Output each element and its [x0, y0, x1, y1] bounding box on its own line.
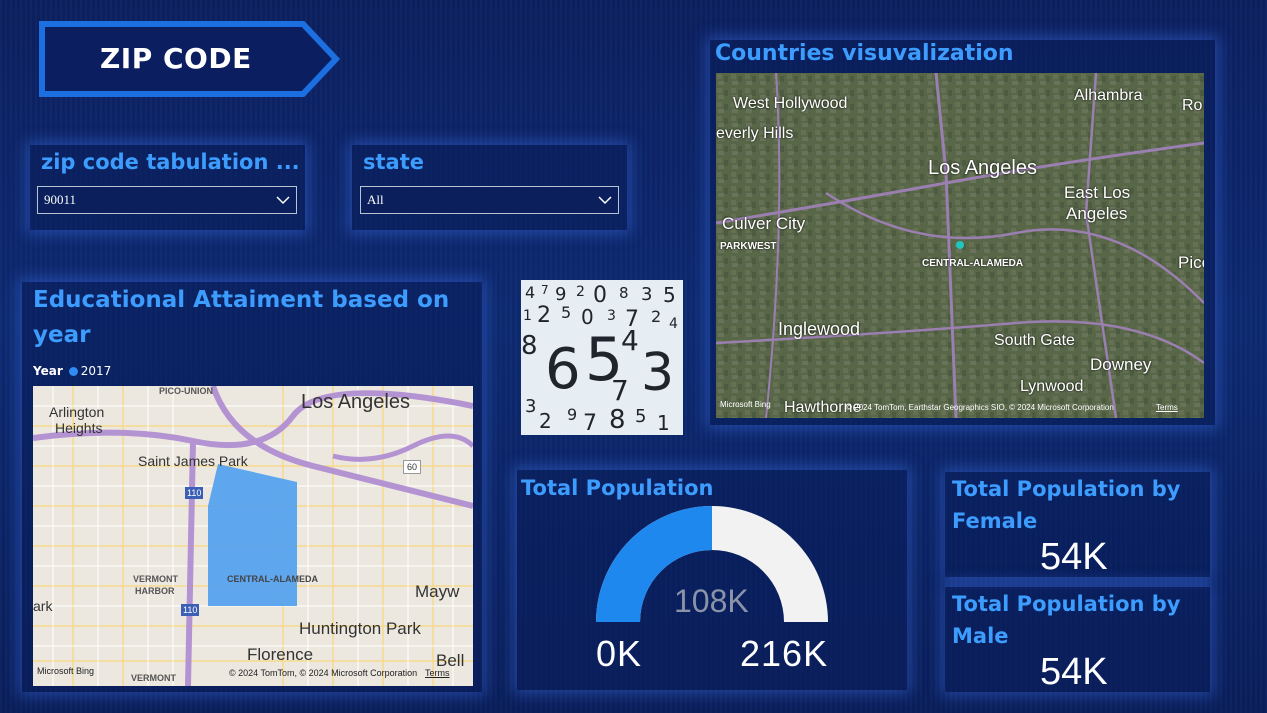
zip-dropdown[interactable]: 90011: [37, 186, 297, 214]
map-copyright: © 2024 TomTom, Earthstar Geographics SIO…: [846, 403, 1114, 412]
svg-text:8: 8: [619, 284, 629, 302]
map-label: PICO-UNION: [159, 386, 213, 396]
map-label: Los Angeles: [301, 391, 410, 413]
map-label: Alhambra: [1074, 87, 1143, 104]
chevron-down-icon: [276, 196, 290, 205]
female-card-title-line1: Total Population by: [952, 477, 1181, 501]
svg-text:3: 3: [607, 308, 616, 324]
svg-text:1: 1: [523, 308, 532, 324]
report-title-banner: ZIP CODE: [38, 20, 343, 98]
map-label: East Los: [1064, 183, 1131, 202]
map-label: Huntington Park: [299, 619, 421, 638]
map-copyright: © 2024 TomTom, © 2024 Microsoft Corporat…: [229, 668, 418, 678]
map-terms-link[interactable]: Terms: [1156, 403, 1178, 412]
map-label: PARKWEST: [720, 241, 777, 252]
education-map[interactable]: PICO-UNION Arlington Heights Los Angeles…: [33, 386, 473, 686]
year-legend: Year 2017: [33, 364, 111, 378]
map-label: West Hollywood: [733, 95, 848, 112]
map-label: CENTRAL-ALAMEDA: [922, 258, 1024, 269]
male-card-title-line2: Male: [952, 624, 1009, 648]
svg-text:5: 5: [561, 303, 571, 322]
svg-text:4: 4: [525, 283, 535, 302]
map-label: Los Angeles: [928, 157, 1037, 179]
svg-text:8: 8: [521, 331, 538, 361]
education-visual-title-line1: Educational Attaiment based on: [33, 287, 450, 313]
svg-text:8: 8: [609, 405, 626, 435]
bing-logo: Microsoft Bing: [720, 400, 771, 409]
map-terms-link[interactable]: Terms: [425, 668, 450, 678]
legend-title: Year: [33, 364, 63, 378]
highway-shield: 110: [181, 604, 200, 616]
map-label: Florence: [247, 645, 314, 664]
map-label: everly Hills: [716, 125, 794, 142]
map-label: VERMONT: [131, 673, 176, 683]
svg-text:3: 3: [641, 343, 674, 403]
svg-text:1: 1: [657, 411, 670, 435]
map-label: Pico: [1178, 253, 1204, 272]
page-title: ZIP CODE: [100, 42, 252, 75]
zip-dropdown-value: 90011: [44, 192, 77, 207]
map-label: Arlington: [49, 404, 105, 420]
svg-text:3: 3: [641, 284, 652, 305]
map-label: Downey: [1090, 355, 1152, 374]
legend-item[interactable]: 2017: [68, 364, 112, 378]
svg-text:6: 6: [545, 337, 581, 402]
map-label: Lynwood: [1020, 378, 1084, 395]
gauge-value-label: 108K: [674, 583, 749, 619]
svg-text:0: 0: [593, 283, 607, 308]
numbers-image: 47920835 12503724 865437 3297851: [521, 280, 683, 435]
map-label: Culver City: [722, 214, 806, 233]
svg-text:2: 2: [537, 303, 551, 328]
map-label: Angeles: [1066, 204, 1128, 223]
satellite-map[interactable]: West Hollywood Alhambra Ro everly Hills …: [716, 73, 1204, 418]
svg-text:2: 2: [576, 284, 585, 300]
map-label: ark: [33, 598, 53, 614]
highway-shield: 110: [185, 487, 204, 499]
male-population-value: 54K: [1040, 651, 1108, 693]
countries-visual-title: Countries visuvalization: [715, 41, 1014, 66]
map-label: Inglewood: [778, 319, 861, 339]
map-label: Mayw: [415, 582, 460, 601]
map-label: VERMONT: [133, 574, 178, 584]
map-label: HARBOR: [135, 586, 175, 596]
map-label: South Gate: [994, 332, 1075, 349]
zip-slicer-title: zip code tabulation ...: [41, 150, 300, 174]
state-dropdown-value: All: [367, 192, 384, 207]
legend-dot: [68, 366, 78, 376]
male-card-title-line1: Total Population by: [952, 592, 1181, 616]
svg-text:2: 2: [651, 307, 661, 326]
female-population-value: 54K: [1040, 536, 1108, 578]
map-label: CENTRAL-ALAMEDA: [227, 574, 318, 584]
svg-text:5: 5: [663, 283, 676, 307]
map-label: Heights: [55, 420, 103, 436]
svg-text:4: 4: [669, 316, 678, 332]
svg-text:2: 2: [539, 409, 552, 433]
svg-text:9: 9: [567, 405, 577, 424]
map-label: Saint James Park: [138, 453, 248, 469]
highway-shield: 60: [403, 460, 422, 474]
gauge-min-label: 0K: [596, 633, 643, 674]
female-card-title-line2: Female: [952, 509, 1038, 533]
svg-text:7: 7: [611, 374, 629, 407]
education-visual-title-line2: year: [33, 322, 91, 348]
chevron-down-icon: [598, 196, 612, 205]
svg-text:7: 7: [541, 283, 549, 297]
svg-text:7: 7: [583, 411, 597, 435]
gauge-max-label: 216K: [740, 633, 829, 674]
svg-text:5: 5: [635, 406, 646, 427]
map-label: Ro: [1182, 97, 1203, 114]
svg-text:3: 3: [525, 396, 536, 417]
numbers-collage-graphic: 47920835 12503724 8 6 5437 32 9 7 8 5 1: [521, 283, 678, 435]
bing-logo: Microsoft Bing: [37, 666, 95, 676]
state-dropdown[interactable]: All: [360, 186, 619, 214]
state-slicer-title: state: [363, 150, 424, 174]
svg-text:9: 9: [555, 284, 566, 305]
legend-item-label: 2017: [80, 364, 112, 378]
svg-text:4: 4: [621, 324, 639, 357]
